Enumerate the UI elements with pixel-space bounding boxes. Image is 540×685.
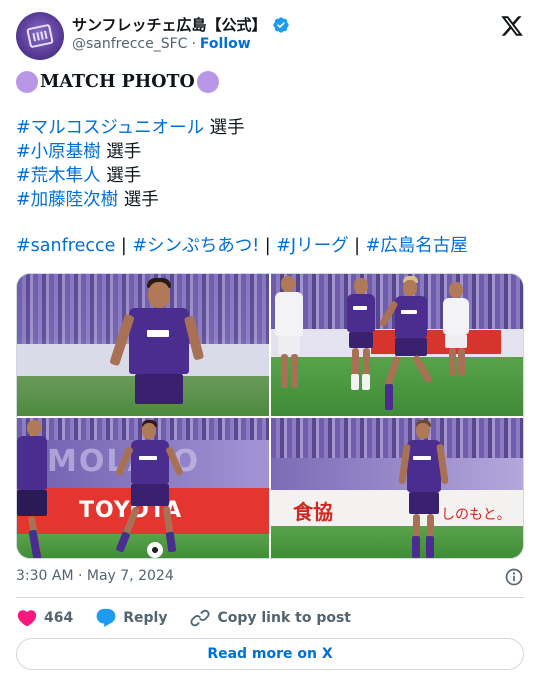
photo-grid: MOLAYO TOYOTA xyxy=(16,273,524,559)
hashtag-link[interactable]: #荒木隼人 xyxy=(16,166,101,186)
reply-button[interactable]: Reply xyxy=(95,607,167,629)
author-name-row: サンフレッチェ広島【公式】 xyxy=(72,14,290,35)
post-title-line: MATCH PHOTO xyxy=(16,70,524,94)
handle-row: @sanfrecce_SFC · Follow xyxy=(72,36,251,52)
sponsor-banner: 食協 xyxy=(293,500,333,524)
hashtag-separator: | xyxy=(115,236,133,256)
heart-icon xyxy=(17,610,37,627)
post-text: MATCH PHOTO #マルコスジュニオール 選手 #小原基樹 選手 #荒木隼… xyxy=(16,68,524,258)
post-timestamp[interactable]: 3:30 AM · May 7, 2024 xyxy=(16,568,174,584)
match-photo-4[interactable]: 食協 しのもと。 xyxy=(271,418,523,558)
hashtag-link[interactable]: #マルコスジュニオール xyxy=(16,118,204,138)
club-crest-icon xyxy=(26,23,54,49)
match-photo-2[interactable] xyxy=(271,274,523,416)
player-figure xyxy=(109,420,189,558)
hashtag-link[interactable]: #Jリーグ xyxy=(276,236,348,256)
hashtag-line: #sanfrecce | #シンぷちあつ! | #Jリーグ | #広島名古屋 xyxy=(16,234,524,258)
reply-label: Reply xyxy=(123,610,168,626)
player-figure xyxy=(378,276,441,414)
link-icon xyxy=(190,609,211,627)
hashtag-link[interactable]: #sanfrecce xyxy=(16,236,115,256)
like-button[interactable]: 464 xyxy=(16,607,73,629)
soccer-ball-icon xyxy=(147,542,163,558)
player-figure xyxy=(398,420,449,558)
purple-circle-icon xyxy=(196,71,219,93)
reply-bubble-icon xyxy=(96,608,116,627)
post-title: MATCH PHOTO xyxy=(40,72,195,92)
hashtag-separator: | xyxy=(348,236,366,256)
copy-link-label: Copy link to post xyxy=(217,610,351,626)
divider xyxy=(16,597,524,598)
follow-link[interactable]: Follow xyxy=(200,36,251,52)
post-actions: 464 Reply Copy link to post xyxy=(16,606,373,630)
player-line: #小原基樹 選手 xyxy=(16,140,524,164)
copy-link-button[interactable]: Copy link to post xyxy=(189,607,351,629)
hashtag-link[interactable]: #シンぷちあつ! xyxy=(132,236,259,256)
player-line: #マルコスジュニオール 選手 xyxy=(16,116,524,140)
handle-separator: · xyxy=(191,36,196,52)
read-more-button[interactable]: Read more on X xyxy=(16,638,524,670)
player-figure xyxy=(107,278,207,416)
player-figure xyxy=(343,278,379,398)
hashtag-link[interactable]: #加藤陸次樹 xyxy=(16,190,118,210)
info-icon[interactable] xyxy=(504,567,524,587)
hashtag-link[interactable]: #広島名古屋 xyxy=(366,236,468,256)
like-count: 464 xyxy=(44,610,74,626)
player-suffix: 選手 xyxy=(100,166,142,186)
player-line: #加藤陸次樹 選手 xyxy=(16,188,524,212)
hashtag-separator: | xyxy=(259,236,277,256)
display-name[interactable]: サンフレッチェ広島【公式】 xyxy=(72,14,267,35)
avatar[interactable] xyxy=(16,12,64,60)
player-suffix: 選手 xyxy=(118,190,159,210)
player-suffix: 選手 xyxy=(100,142,142,162)
purple-circle-icon xyxy=(16,71,38,93)
sponsor-banner: しのもと。 xyxy=(441,507,511,523)
match-photo-3[interactable]: MOLAYO TOYOTA xyxy=(17,418,269,558)
player-line: #荒木隼人 選手 xyxy=(16,164,524,188)
embedded-post-card: サンフレッチェ広島【公式】 @sanfrecce_SFC · Follow MA… xyxy=(0,0,540,685)
x-logo-icon[interactable] xyxy=(500,14,524,38)
handle[interactable]: @sanfrecce_SFC xyxy=(72,36,187,52)
opponent-figure xyxy=(441,282,471,382)
player-figure xyxy=(17,420,55,558)
player-suffix: 選手 xyxy=(204,118,245,138)
match-photo-1[interactable] xyxy=(17,274,269,416)
verified-badge-icon xyxy=(272,16,289,33)
opponent-figure xyxy=(275,276,305,406)
hashtag-link[interactable]: #小原基樹 xyxy=(16,142,101,162)
